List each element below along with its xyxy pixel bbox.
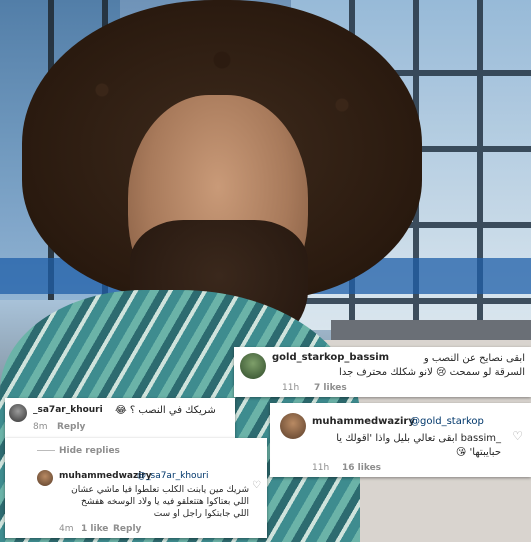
like-heart-icon[interactable]: ♡	[252, 480, 261, 491]
comment-text-line3: اللي جابتكوا راجل او ست	[153, 509, 249, 519]
comment-username[interactable]: _sa7ar_khouri	[33, 405, 103, 415]
comment-card-muhammedwaziry-thread: Hide replies muhammedwaziry @_sa7ar_khou…	[5, 438, 267, 538]
comment-likes[interactable]: 7 likes	[314, 383, 347, 393]
comment-text-line1: شريك مين يابنت الكلب تعلطوا فيا ماشي عشا…	[71, 485, 249, 495]
comment-text-line2: اللي بعتاكوا هتتعلقو فيه يا ولاد الوسخه …	[81, 497, 249, 507]
comment-card-gold-starkop: gold_starkop_bassim ابقى نصايح عن النصب …	[234, 347, 531, 397]
comment-time: 11h	[282, 383, 300, 393]
comment-text: شريكك في النصب ؟ 😂	[115, 405, 216, 416]
comment-text-line2: السرقة لو سمحت 😢 لانو شكلك محترف جدا	[339, 367, 525, 378]
avatar[interactable]	[240, 353, 266, 379]
reply-button[interactable]: Reply	[57, 422, 85, 432]
comment-likes[interactable]: 16 likes	[342, 463, 381, 473]
comment-time: 11h	[312, 463, 330, 473]
reply-button[interactable]: Reply	[113, 524, 141, 534]
comment-text-line2: حبايبتها' 😘	[455, 447, 501, 458]
comment-card-sa7ar-khouri: _sa7ar_khouri شريكك في النصب ؟ 😂 8m Repl…	[5, 398, 235, 438]
comment-text-line1: ابقى نصايح عن النصب و	[423, 353, 525, 364]
comment-username[interactable]: muhammedwaziry	[312, 416, 415, 427]
comment-likes[interactable]: 1 like	[81, 524, 108, 534]
like-heart-icon[interactable]: ♡	[512, 429, 523, 443]
comment-mention[interactable]: @_sa7ar_khouri	[137, 471, 208, 481]
avatar[interactable]	[9, 404, 27, 422]
hide-replies-button[interactable]: Hide replies	[37, 446, 120, 456]
comment-time: 4m	[59, 524, 74, 534]
comment-username[interactable]: gold_starkop_bassim	[272, 352, 389, 363]
comment-time: 8m	[33, 422, 48, 432]
comment-card-muhammedwaziry-reply: muhammedwaziry @gold_starkop _bassim ابق…	[270, 403, 531, 477]
avatar[interactable]	[37, 470, 53, 486]
comment-text-line1: _bassim ابقى تعالي بليل واذا 'اقولك يا	[336, 433, 501, 444]
comment-mention[interactable]: @gold_starkop	[410, 416, 484, 427]
